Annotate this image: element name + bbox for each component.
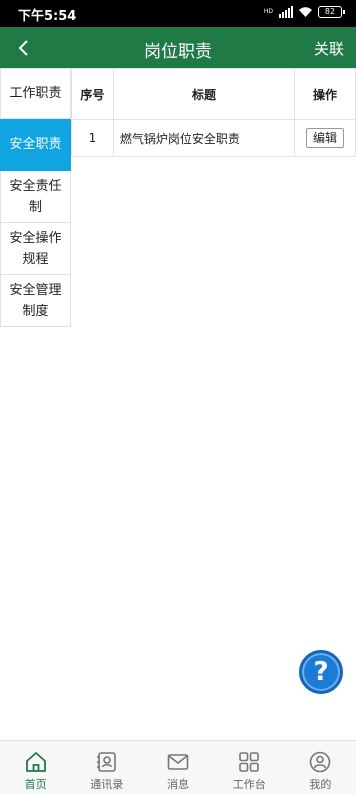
status-bar: 下午5:54 HD 82 [0,0,356,27]
menu-item-responsibility-system[interactable]: 安全责任制 [0,171,71,223]
row-title[interactable]: 燃气锅炉岗位安全职责 [112,119,296,157]
battery-indicator: 82 [318,6,345,18]
signal-icon [279,6,293,18]
edit-button[interactable]: 编辑 [306,128,345,148]
bottom-nav: 首页 通讯录 消息 工作台 我的 [0,740,356,794]
contacts-icon [96,752,116,772]
page-title: 岗位职责 [144,42,212,62]
app-header: 岗位职责 关联 [0,27,356,68]
status-time: 下午5:54 [18,9,77,24]
link-button[interactable]: 关联 [314,38,344,59]
user-icon [310,751,331,773]
nav-label: 首页 [24,778,47,791]
grid-icon [239,752,260,772]
left-menu-header: 工作职责 [0,68,71,119]
menu-item-safety-duty[interactable]: 安全职责 [0,119,71,171]
home-icon [25,752,46,772]
nav-profile[interactable]: 我的 [285,741,356,794]
row-action-cell: 编辑 [294,119,356,157]
wifi-icon [299,7,312,17]
nav-label: 我的 [309,778,332,791]
duty-table: 序号 标题 操作 1 燃气锅炉岗位安全职责 编辑 [71,68,356,157]
status-icons: HD 82 [263,6,345,18]
mail-icon [167,754,189,770]
question-mark-icon: ? [313,657,329,687]
menu-item-operating-procedures[interactable]: 安全操作规程 [0,223,71,275]
nav-workbench[interactable]: 工作台 [214,741,285,794]
help-button[interactable]: ? [299,650,343,694]
nav-contacts[interactable]: 通讯录 [71,741,142,794]
nav-label: 工作台 [232,778,266,791]
column-header-action: 操作 [294,68,356,120]
nav-label: 消息 [167,778,189,791]
column-header-index: 序号 [71,68,114,120]
nav-label: 通讯录 [90,778,124,791]
column-header-title: 标题 [112,68,296,120]
network-type: HD [263,8,273,15]
nav-messages[interactable]: 消息 [142,741,213,794]
menu-item-management-rules[interactable]: 安全管理制度 [0,275,71,327]
table-header-row: 序号 标题 操作 [71,68,356,120]
table-row[interactable]: 1 燃气锅炉岗位安全职责 编辑 [71,119,356,157]
row-index: 1 [71,119,114,157]
nav-home[interactable]: 首页 [0,741,71,794]
left-menu: 工作职责 安全职责 安全责任制 安全操作规程 安全管理制度 [0,68,71,327]
